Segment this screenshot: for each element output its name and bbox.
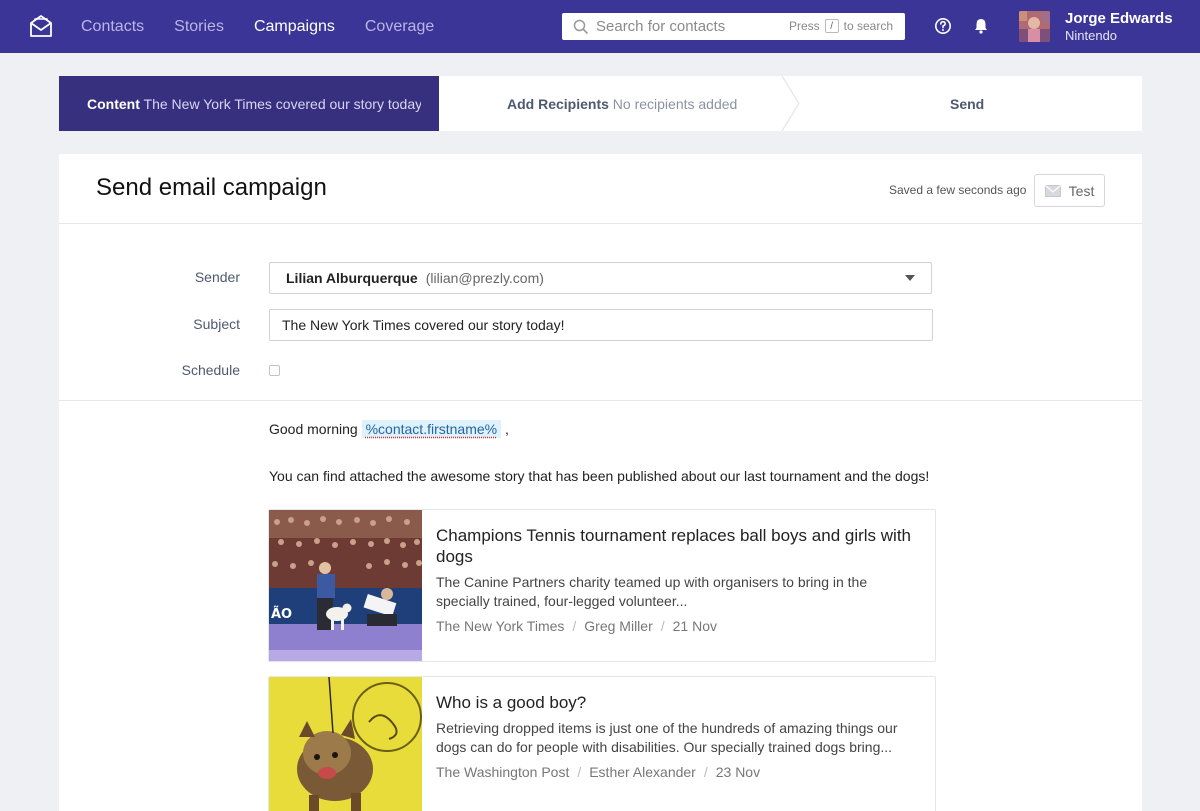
top-navbar: Contacts Stories Campaigns Coverage Pres… [0,0,1200,53]
nav-contacts[interactable]: Contacts [66,18,159,36]
article-title[interactable]: Champions Tennis tournament replaces bal… [436,525,915,567]
article-meta: The New York Times / Greg Miller/21 Nov [436,618,717,634]
article-date: 23 Nov [715,764,761,780]
article-thumbnail: ÃO [269,510,422,661]
greeting-suffix: , [505,421,509,437]
article-title[interactable]: Who is a good boy? [436,692,915,713]
nav-coverage[interactable]: Coverage [350,18,449,36]
article-meta: The Washington Post / Esther Alexander/23 … [436,764,761,780]
page-title: Send email campaign [96,174,327,201]
step-content-arrow [421,76,439,131]
sender-label: Sender [194,269,240,285]
firstname-placeholder[interactable]: %contact.firstname% [361,420,502,438]
search-shortcut-hint: Press / to search [789,19,893,33]
campaign-card: Send email campaign Saved a few seconds … [59,154,1142,811]
search-hint-rest: to search [843,19,893,33]
greeting-prefix: Good morning [269,421,358,437]
user-menu[interactable]: Jorge Edwards Nintendo [1065,10,1173,44]
subject-field[interactable]: The New York Times covered our story tod… [269,309,933,341]
article-publication: The Washington Post [436,764,570,780]
article-excerpt: The Canine Partners charity teamed up wi… [436,574,868,609]
search-icon [573,19,589,34]
sender-email: (lilian@prezly.com) [425,270,544,286]
schedule-checkbox[interactable] [269,365,280,376]
article-card[interactable]: Who is a good boy? Retrieving dropped it… [268,676,936,811]
bell-icon[interactable] [972,17,990,35]
step-content-label: Content [87,96,140,112]
step-divider-arrow [781,76,800,131]
svg-text:ÃO: ÃO [271,606,292,622]
chevron-down-icon [905,275,915,281]
step-send[interactable]: Send [950,96,984,112]
article-date: 21 Nov [672,618,717,634]
schedule-label: Schedule [181,362,240,378]
user-name: Jorge Edwards [1065,10,1173,27]
help-icon[interactable] [934,17,952,35]
card-header: Send email campaign Saved a few seconds … [59,154,1142,224]
nav-stories[interactable]: Stories [159,18,239,36]
avatar[interactable] [1019,11,1050,42]
test-button[interactable]: Test [1034,174,1105,207]
nav-campaigns[interactable]: Campaigns [239,18,350,36]
body-text: You can find attached the awesome story … [269,468,930,484]
campaign-form: Sender Lilian Alburquerque (lilian@prezl… [59,224,1142,401]
article-excerpt: Retrieving dropped items is just one of … [436,720,898,755]
step-content-detail: The New York Times covered our story tod… [143,96,426,112]
user-organization: Nintendo [1065,28,1118,43]
subject-label: Subject [193,316,240,332]
test-button-label: Test [1068,182,1095,199]
step-add-recipients-detail: No recipients added [612,96,738,112]
contact-search: Press / to search [562,13,905,40]
saved-status: Saved a few seconds ago [889,183,1027,197]
step-add-recipients[interactable]: Add Recipients No recipients added [507,96,737,112]
article-card[interactable]: ÃO Champions Tennis tournament replaces … [268,509,936,662]
sender-select[interactable]: Lilian Alburquerque (lilian@prezly.com) [269,262,932,294]
article-author: Esther Alexander [589,764,696,780]
envelope-icon [1044,184,1061,197]
search-input[interactable] [596,18,776,35]
main-nav: Contacts Stories Campaigns Coverage [66,0,449,53]
article-author: Greg Miller [584,618,653,634]
campaign-stepper: Content The New York Times covered our s… [59,76,1142,131]
sender-name: Lilian Alburquerque [286,270,418,286]
search-hint-press: Press [788,19,820,33]
step-content[interactable]: Content The New York Times covered our s… [59,76,439,131]
article-publication: The New York Times [436,618,565,634]
step-add-recipients-label: Add Recipients [507,96,609,112]
greeting-line: Good morning %contact.firstname% , [269,420,509,438]
article-thumbnail [269,677,422,811]
envelope-logo-icon[interactable] [28,13,54,39]
shortcut-key: / [824,19,839,33]
